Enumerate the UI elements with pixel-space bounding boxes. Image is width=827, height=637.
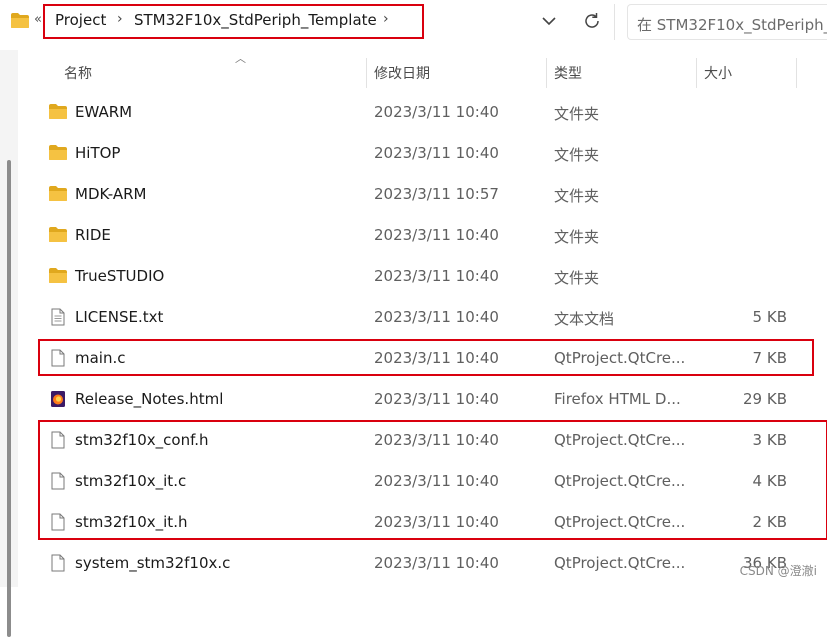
file-type: QtProject.QtCre... (554, 554, 686, 572)
file-row[interactable]: stm32f10x_conf.h 2023/3/11 10:40 QtProject… (30, 420, 827, 461)
column-date[interactable]: 修改日期 (374, 63, 430, 83)
address-toolbar: « Project › STM32F10x_StdPeriph_Template… (0, 0, 827, 44)
chevron-down-icon[interactable] (538, 10, 560, 32)
file-type: QtProject.QtCre... (554, 431, 686, 449)
file-size: 7 KB (752, 349, 787, 367)
file-modified-date: 2023/3/11 10:40 (374, 472, 499, 490)
column-divider[interactable] (546, 58, 547, 88)
file-icon (51, 554, 65, 572)
file-type: 文件夹 (554, 146, 600, 164)
file-type: 文本文档 (554, 310, 615, 328)
file-row[interactable]: main.c 2023/3/11 10:40 QtProject.QtCre... 7… (30, 338, 827, 379)
file-row[interactable]: stm32f10x_it.c 2023/3/11 10:40 QtProject.Q… (30, 461, 827, 502)
file-type: 文件夹 (554, 228, 600, 246)
folder-icon (49, 268, 67, 283)
file-modified-date: 2023/3/11 10:40 (374, 144, 499, 162)
column-name[interactable]: 名称 (64, 63, 92, 83)
file-type: 文件夹 (554, 187, 600, 205)
search-placeholder: 在 STM32F10x_StdPeriph_ (637, 16, 827, 34)
search-input[interactable]: 在 STM32F10x_StdPeriph_ (627, 4, 827, 40)
file-modified-date: 2023/3/11 10:40 (374, 267, 499, 285)
file-type: QtProject.QtCre... (554, 472, 686, 490)
file-size: 4 KB (752, 472, 787, 490)
file-name: main.c (75, 349, 126, 367)
file-row[interactable]: stm32f10x_it.h 2023/3/11 10:40 QtProject.Q… (30, 502, 827, 543)
column-divider[interactable] (366, 58, 367, 88)
file-type: 文件夹 (554, 105, 600, 123)
firefox-html-icon (51, 391, 65, 407)
column-divider[interactable] (796, 58, 797, 88)
column-size[interactable]: 大小 (704, 63, 732, 83)
file-row[interactable]: EWARM 2023/3/11 10:40 文件夹 (30, 92, 827, 133)
file-icon (51, 431, 65, 449)
overflow-chevron-icon[interactable]: « (34, 12, 42, 27)
watermark: CSDN @澄澈i (739, 564, 817, 578)
file-modified-date: 2023/3/11 10:40 (374, 390, 499, 408)
sort-ascending-icon: ︿ (235, 52, 246, 65)
file-icon (51, 472, 65, 490)
file-modified-date: 2023/3/11 10:40 (374, 513, 499, 531)
file-row[interactable]: system_stm32f10x.c 2023/3/11 10:40 QtProje… (30, 543, 827, 584)
file-row[interactable]: MDK-ARM 2023/3/11 10:57 文件夹 (30, 174, 827, 215)
file-name: stm32f10x_conf.h (75, 431, 209, 449)
folder-icon (49, 145, 67, 160)
file-name: system_stm32f10x.c (75, 554, 231, 572)
file-name: Release_Notes.html (75, 390, 224, 408)
file-name: HiTOP (75, 144, 121, 162)
column-type[interactable]: 类型 (554, 63, 582, 83)
file-name: LICENSE.txt (75, 308, 164, 326)
folder-icon (11, 13, 29, 28)
file-name: MDK-ARM (75, 185, 147, 203)
file-size: 3 KB (752, 431, 787, 449)
column-divider[interactable] (696, 58, 697, 88)
file-name: stm32f10x_it.c (75, 472, 187, 490)
file-name: RIDE (75, 226, 111, 244)
file-row[interactable]: HiTOP 2023/3/11 10:40 文件夹 (30, 133, 827, 174)
file-size: 29 KB (743, 390, 787, 408)
file-modified-date: 2023/3/11 10:40 (374, 554, 499, 572)
file-modified-date: 2023/3/11 10:40 (374, 431, 499, 449)
file-name: stm32f10x_it.h (75, 513, 188, 531)
breadcrumb-current-folder[interactable]: STM32F10x_StdPeriph_Template (134, 11, 377, 29)
vertical-scrollbar[interactable] (0, 50, 18, 637)
file-modified-date: 2023/3/11 10:40 (374, 308, 499, 326)
breadcrumb-project[interactable]: Project (55, 11, 106, 29)
folder-icon (49, 227, 67, 242)
toolbar-divider (614, 4, 615, 40)
file-row[interactable]: Release_Notes.html 2023/3/11 10:40 Firefox… (30, 379, 827, 420)
folder-icon (49, 104, 67, 119)
file-type: QtProject.QtCre... (554, 513, 686, 531)
file-row[interactable]: LICENSE.txt 2023/3/11 10:40 文本文档 5 KB (30, 297, 827, 338)
scrollbar-thumb[interactable] (7, 160, 11, 637)
file-type: QtProject.QtCre... (554, 349, 686, 367)
file-icon (51, 513, 65, 531)
file-row[interactable]: RIDE 2023/3/11 10:40 文件夹 (30, 215, 827, 256)
file-name: TrueSTUDIO (75, 267, 165, 285)
file-modified-date: 2023/3/11 10:40 (374, 103, 499, 121)
file-modified-date: 2023/3/11 10:40 (374, 349, 499, 367)
breadcrumb-separator[interactable]: › (383, 11, 389, 27)
file-type: 文件夹 (554, 269, 600, 287)
refresh-icon[interactable] (581, 10, 603, 32)
text-file-icon (51, 308, 65, 326)
file-size: 5 KB (752, 308, 787, 326)
breadcrumb-separator[interactable]: › (117, 11, 123, 27)
column-header: ︿ 名称 修改日期 类型 大小 (30, 50, 827, 94)
file-row[interactable]: TrueSTUDIO 2023/3/11 10:40 文件夹 (30, 256, 827, 297)
folder-icon (49, 186, 67, 201)
file-icon (51, 349, 65, 367)
file-size: 2 KB (752, 513, 787, 531)
file-type: Firefox HTML D... (554, 390, 681, 408)
file-name: EWARM (75, 103, 133, 121)
file-modified-date: 2023/3/11 10:57 (374, 185, 499, 203)
file-modified-date: 2023/3/11 10:40 (374, 226, 499, 244)
